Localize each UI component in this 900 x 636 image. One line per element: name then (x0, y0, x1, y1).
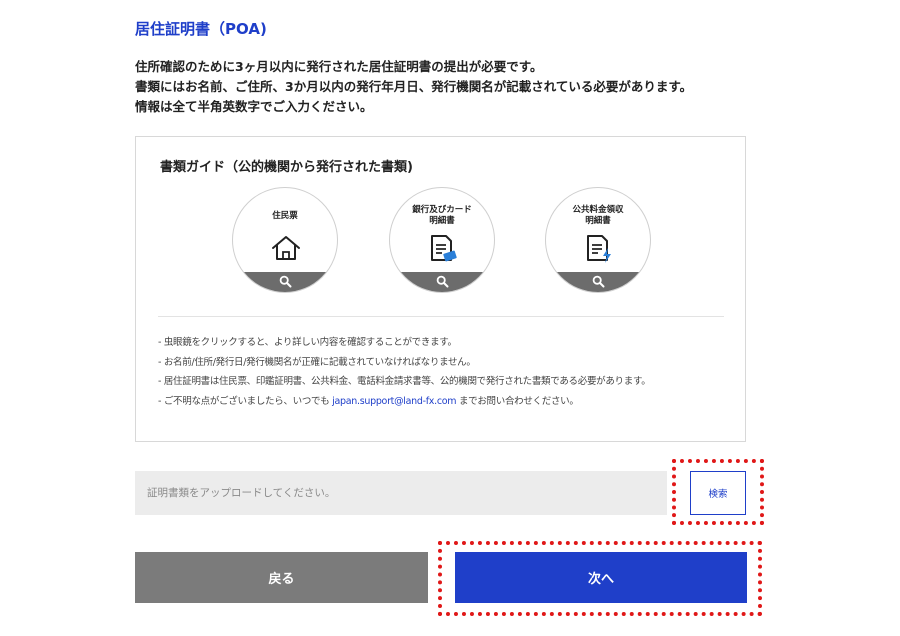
highlight-box (672, 459, 764, 525)
description-line: 情報は全て半角英数字でご入力ください。 (135, 99, 373, 114)
guide-title: 書類ガイド（公的機関から発行された書類) (160, 160, 413, 175)
description: 住所確認のために3ヶ月以内に発行された居住証明書の提出が必要です。 書類にはお名… (135, 57, 692, 117)
guide-card-bank-statement[interactable]: 銀行及びカード 明細書 (389, 187, 495, 293)
guide-notes: - 虫眼鏡をクリックすると、より詳しい内容を確認することができます。 - お名前… (158, 333, 651, 411)
guide-card-label: 公共料金領収 明細書 (572, 205, 624, 226)
page-title: 居住証明書（POA) (135, 20, 267, 38)
house-icon (270, 234, 302, 266)
upload-file-input[interactable] (135, 471, 667, 515)
magnifier-icon (592, 275, 605, 288)
magnifier-bar[interactable] (546, 272, 650, 292)
support-email-link[interactable]: japan.support@land-fx.com (332, 396, 456, 407)
description-line: 書類にはお名前、ご住所、3か月以内の発行年月日、発行機関名が記載されている必要が… (135, 79, 693, 94)
description-line: 住所確認のために3ヶ月以内に発行された居住証明書の提出が必要です。 (135, 59, 543, 74)
magnifier-bar[interactable] (233, 272, 337, 292)
divider (158, 316, 724, 317)
guide-card-label: 銀行及びカード 明細書 (412, 205, 472, 226)
document-guide-panel: 書類ガイド（公的機関から発行された書類) 住民票 銀行及びカード 明細書 公共料… (135, 136, 746, 442)
note-line: - ご不明な点がございましたら、いつでも japan.support@land-… (158, 395, 579, 407)
utility-bill-icon (584, 234, 616, 268)
back-button[interactable]: 戻る (135, 552, 428, 603)
highlight-box (438, 541, 762, 616)
bank-statement-icon (428, 234, 460, 268)
magnifier-icon (436, 275, 449, 288)
note-line: - お名前/住所/発行日/発行機関名が正確に記載されていなければなりません。 (158, 356, 476, 368)
guide-card-utility-bill[interactable]: 公共料金領収 明細書 (545, 187, 651, 293)
magnifier-bar[interactable] (390, 272, 494, 292)
guide-card-resident-certificate[interactable]: 住民票 (232, 187, 338, 293)
magnifier-icon (279, 275, 292, 288)
note-line: - 居住証明書は住民票、印鑑証明書、公共料金、電話料金請求書等、公的機関で発行さ… (158, 376, 651, 387)
guide-card-label: 住民票 (272, 211, 298, 221)
note-line: - 虫眼鏡をクリックすると、より詳しい内容を確認することができます。 (158, 337, 457, 348)
